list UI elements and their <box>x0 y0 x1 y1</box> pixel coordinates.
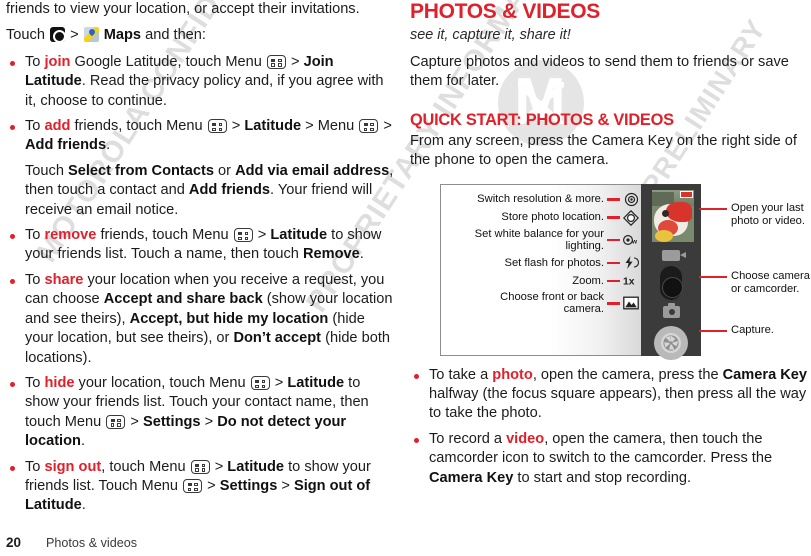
bullet-text-share: To share your location when you receive … <box>25 271 393 366</box>
bullet-text-add: To add friends, touch Menu > Latitude > … <box>25 118 392 154</box>
menu-key-icon <box>359 119 379 134</box>
list-item: To add friends, touch Menu > Latitude > … <box>6 117 394 220</box>
leader-line <box>607 198 620 201</box>
figure-row-front-back: Choose front or back camera. <box>440 291 641 316</box>
svg-text:w: w <box>631 239 638 246</box>
figure-label: Set white balance for your lighting. <box>474 227 604 253</box>
figure-row-geotag: Store photo location. <box>440 209 641 226</box>
bullet-text-hide: To hide your location, touch Menu > Lati… <box>25 374 369 450</box>
bullet-text-signout: To sign out, touch Menu > Latitude to sh… <box>25 458 371 514</box>
menu-key-icon <box>183 478 203 493</box>
shutter-button[interactable] <box>654 325 688 360</box>
page-subtitle: see it, capture it, share it! <box>410 27 571 43</box>
figure-row-settings: Switch resolution & more. <box>440 192 641 208</box>
callout-capture: Capture. <box>699 324 811 337</box>
menu-key-icon <box>106 414 126 429</box>
menu-key-icon <box>233 228 253 243</box>
list-item: To share your location when you receive … <box>6 271 394 368</box>
leader-line <box>607 261 620 264</box>
figure-row-zoom: Zoom. 1x <box>440 273 641 289</box>
figure-row-flash: Set flash for photos. <box>440 255 641 271</box>
right-column: PHOTOS & VIDEOS see it, capture it, shar… <box>410 0 810 494</box>
callout-open-last-photo: Open your last photo or video. <box>699 202 811 229</box>
figure-label: Choose front or back camera. <box>500 290 604 316</box>
intro-paragraph: friends to view your location, or accept… <box>6 1 360 17</box>
menu-key-icon <box>266 54 286 69</box>
camcorder-icon[interactable] <box>662 249 686 261</box>
svg-text:1x: 1x <box>623 277 635 287</box>
callout-label: Open your last photo or video. <box>731 201 806 228</box>
quick-start-title: QUICK START: PHOTOS & VIDEOS <box>410 110 674 129</box>
figure-label: Switch resolution & more. <box>477 193 604 206</box>
front-back-camera-icon <box>623 295 639 311</box>
leader-line <box>607 216 620 219</box>
settings-circle-icon <box>623 192 639 208</box>
leader-line <box>699 275 727 279</box>
footer-section-title: Photos & videos <box>46 536 138 550</box>
camera-camcorder-toggle[interactable] <box>660 265 683 300</box>
list-item: To take a photo, open the camera, press … <box>410 366 807 424</box>
list-item: To hide your location, touch Menu > Lati… <box>6 374 394 452</box>
page-title: PHOTOS & VIDEOS <box>410 0 600 23</box>
camera-icon[interactable] <box>663 302 680 318</box>
figure-row-white-balance: Set white balance for your lighting. w <box>440 228 641 253</box>
path-separator-1: > <box>70 27 79 44</box>
leader-line <box>699 207 727 211</box>
menu-key-icon <box>250 375 270 390</box>
callout-label: Choose camera or camcorder. <box>731 269 810 296</box>
white-balance-icon: w <box>623 232 639 248</box>
menu-key-icon <box>190 459 210 474</box>
list-item: To join Google Latitude, touch Menu > Jo… <box>6 53 394 111</box>
bullet-subtext-add: Touch Select from Contacts or Add via em… <box>25 162 394 218</box>
leader-line <box>607 302 620 305</box>
left-column: friends to view your location, or accept… <box>6 0 394 522</box>
touch-suffix: and then: <box>145 27 206 44</box>
flash-icon <box>623 255 639 271</box>
zoom-1x-icon: 1x <box>623 273 639 289</box>
bullet-text-record-video: To record a video, open the camera, then… <box>429 430 773 486</box>
last-photo-thumbnail[interactable] <box>652 189 694 242</box>
list-item: To record a video, open the camera, then… <box>410 430 807 488</box>
bullet-text-take-photo: To take a photo, open the camera, press … <box>429 366 808 422</box>
menu-key-icon <box>207 119 227 134</box>
figure-label-rows: Switch resolution & more. Store photo lo… <box>440 184 641 356</box>
page-number: 20 <box>6 535 22 550</box>
quick-start-text: From any screen, press the Camera Key on… <box>410 132 797 169</box>
section-intro: Capture photos and videos to send them t… <box>410 54 789 90</box>
bullet-text-join: To join Google Latitude, touch Menu > Jo… <box>25 53 384 109</box>
callout-choose-camera: Choose camera or camcorder. <box>699 270 811 297</box>
leader-line <box>699 329 727 333</box>
geotag-diamond-icon <box>623 209 639 226</box>
figure-label: Set flash for photos. <box>504 256 604 269</box>
list-item: To remove friends, touch Menu > Latitude… <box>6 226 394 265</box>
camera-controls-figure: Switch resolution & more. Store photo lo… <box>410 183 810 360</box>
app-launcher-icon <box>50 27 67 44</box>
figure-label: Store photo location. <box>501 211 604 224</box>
maps-app-label: Maps <box>103 27 142 44</box>
touch-path-line: Touch > Maps and then: <box>6 26 394 45</box>
page-footer: 20 Photos & videos <box>6 535 137 550</box>
phone-camera-screen <box>641 183 701 360</box>
figure-label: Zoom. <box>572 274 604 287</box>
maps-app-icon <box>83 27 99 43</box>
aperture-icon <box>661 332 681 353</box>
touch-prefix: Touch <box>6 27 45 44</box>
callout-label: Capture. <box>731 323 774 336</box>
leader-line <box>607 239 620 242</box>
camera-instruction-list: To take a photo, open the camera, press … <box>410 366 807 488</box>
leader-line <box>607 279 620 282</box>
manual-page: M MOTOROLA CONFIDENTIAL PROPRIETARY INFO… <box>0 0 811 556</box>
latitude-instruction-list: To join Google Latitude, touch Menu > Jo… <box>6 53 394 516</box>
list-item: To sign out, touch Menu > Latitude to sh… <box>6 458 394 516</box>
bullet-text-remove: To remove friends, touch Menu > Latitude… <box>25 227 382 263</box>
